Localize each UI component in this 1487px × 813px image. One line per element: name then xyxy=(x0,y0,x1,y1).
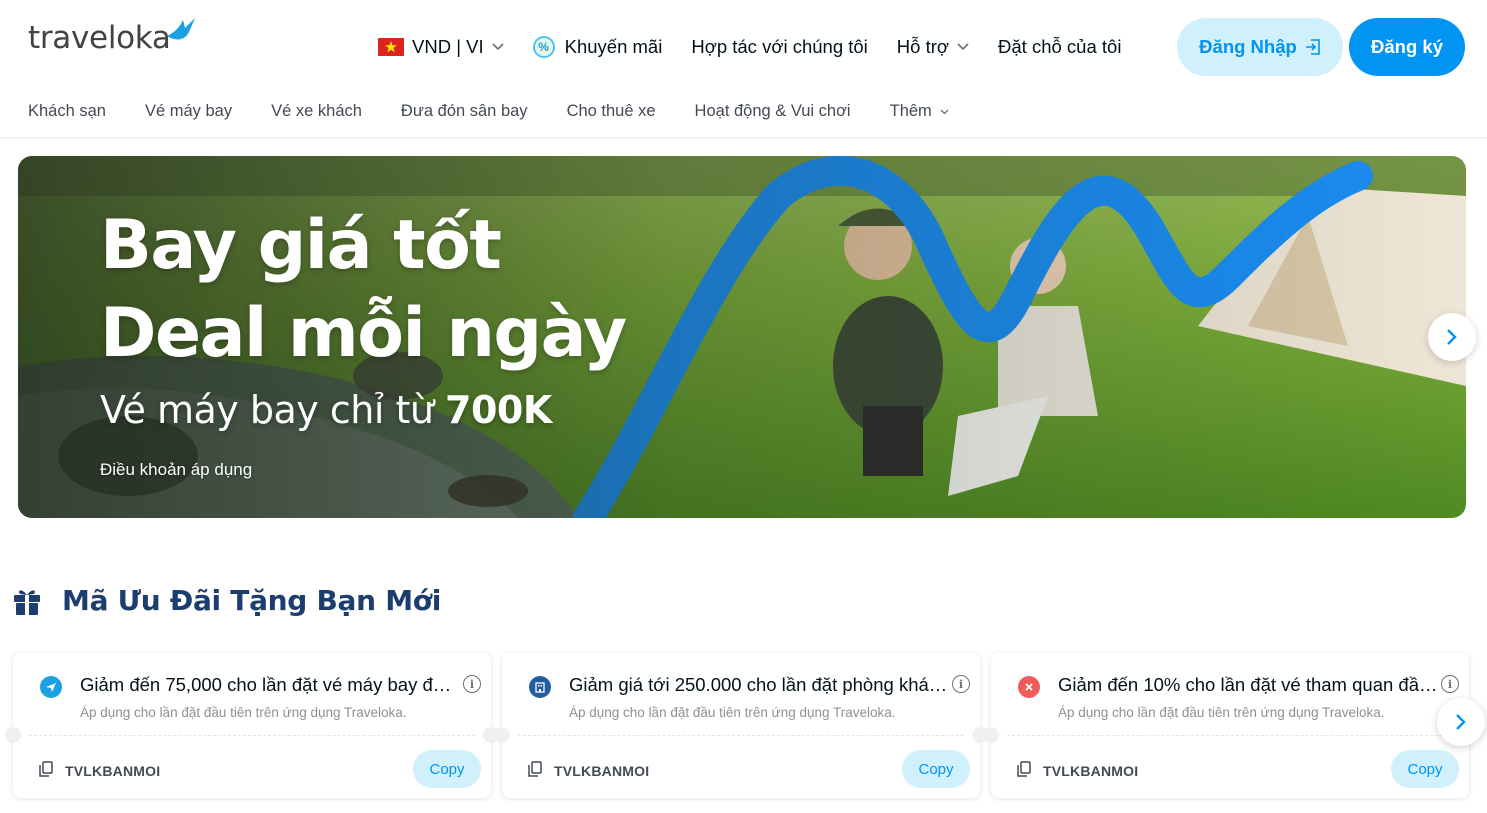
category-label: Đưa đón sân bay xyxy=(400,102,528,120)
bird-logo-icon xyxy=(166,18,195,40)
my-bookings-label: Đặt chỗ của tôi xyxy=(998,36,1122,57)
copy-code-button[interactable]: Copy xyxy=(413,750,481,788)
coupon-divider xyxy=(29,735,475,736)
login-icon xyxy=(1305,39,1320,55)
category-more[interactable]: Thêm xyxy=(890,102,949,121)
category-hotel[interactable]: Khách sạn xyxy=(28,102,106,121)
top-nav: VND | VI % Khuyến mãi Hợp tác với chúng … xyxy=(378,18,1150,76)
coupon-desc: Áp dụng cho lần đặt đầu tiên trên ứng dụ… xyxy=(569,705,896,720)
info-icon[interactable]: i xyxy=(952,675,970,693)
coupon-desc: Áp dụng cho lần đặt đầu tiên trên ứng dụ… xyxy=(1058,705,1385,720)
category-bus[interactable]: Vé xe khách xyxy=(271,102,362,121)
banner-next-button[interactable] xyxy=(1428,313,1476,361)
section-title-text: Mã Ưu Đãi Tặng Bạn Mới xyxy=(62,584,442,617)
category-activities[interactable]: Hoạt động & Vui chơi xyxy=(695,102,851,121)
chevron-down-icon xyxy=(940,109,949,114)
banner-line-1: Bay giá tốt xyxy=(100,206,502,285)
coupons-next-button[interactable] xyxy=(1437,698,1485,746)
coupon-code: TVLKBANMOI xyxy=(554,763,650,779)
hotel-icon xyxy=(529,676,551,698)
copy-icon xyxy=(1017,761,1031,777)
logo-text: traveloka xyxy=(28,20,171,56)
coupon-card[interactable]: Giảm giá tới 250.000 cho lần đặt phòng k… xyxy=(494,653,988,798)
coupon-title: Giảm đến 75,000 cho lần đặt vé máy bay đ… xyxy=(80,674,460,695)
support-menu[interactable]: Hỗ trợ xyxy=(897,36,969,58)
chevron-down-icon xyxy=(957,43,969,51)
banner-line-2: Deal mỗi ngày xyxy=(100,294,627,373)
banner-sub-prefix: Vé máy bay chỉ từ xyxy=(100,388,446,432)
chevron-right-icon xyxy=(1456,714,1466,730)
banner-headline: Bay giá tốt Deal mỗi ngày xyxy=(100,202,627,378)
traveloka-logo[interactable]: traveloka xyxy=(28,18,197,56)
copy-code-button[interactable]: Copy xyxy=(1391,750,1459,788)
banner-terms[interactable]: Điều khoản áp dụng xyxy=(100,460,252,480)
coupon-title: Giảm giá tới 250.000 cho lần đặt phòng k… xyxy=(569,674,949,695)
register-button[interactable]: Đăng ký xyxy=(1349,18,1465,76)
top-header: traveloka VND | VI % Khuyến mãi Hợp tác … xyxy=(0,0,1487,90)
coupon-code: TVLKBANMOI xyxy=(1043,763,1139,779)
plane-icon xyxy=(40,676,62,698)
coupon-code: TVLKBANMOI xyxy=(65,763,161,779)
category-car-rental[interactable]: Cho thuê xe xyxy=(567,102,656,121)
promo-label: Khuyến mãi xyxy=(564,36,663,57)
copy-icon xyxy=(528,761,542,777)
currency-label: VND | VI xyxy=(412,36,484,57)
category-label: Hoạt động & Vui chơi xyxy=(694,102,851,120)
category-label: Vé máy bay xyxy=(144,102,233,120)
coupon-notch xyxy=(494,727,510,743)
promo-link[interactable]: % Khuyến mãi xyxy=(532,36,663,58)
gift-icon xyxy=(14,589,40,615)
support-label: Hỗ trợ xyxy=(896,36,950,57)
login-label: Đăng Nhập xyxy=(1199,36,1297,57)
register-label: Đăng ký xyxy=(1371,36,1443,57)
currency-language-selector[interactable]: VND | VI xyxy=(378,36,504,58)
my-bookings-link[interactable]: Đặt chỗ của tôi xyxy=(998,36,1121,58)
category-label: Cho thuê xe xyxy=(566,102,656,120)
category-flights[interactable]: Vé máy bay xyxy=(145,102,232,121)
copy-icon xyxy=(39,761,53,777)
promo-banner[interactable]: Bay giá tốt Deal mỗi ngày Vé máy bay chỉ… xyxy=(18,156,1466,518)
login-button[interactable]: Đăng Nhập xyxy=(1177,18,1343,76)
banner-subtitle: Vé máy bay chỉ từ 700K xyxy=(100,388,552,432)
category-nav: Khách sạn Vé máy bay Vé xe khách Đưa đón… xyxy=(0,90,1487,138)
coupon-divider xyxy=(518,735,964,736)
category-label: Thêm xyxy=(889,102,932,120)
category-label: Khách sạn xyxy=(28,102,106,120)
coupon-notch xyxy=(5,727,21,743)
chevron-down-icon xyxy=(492,43,504,51)
coupon-section-title: Mã Ưu Đãi Tặng Bạn Mới xyxy=(12,584,441,617)
info-icon[interactable]: i xyxy=(463,675,481,693)
copy-code-button[interactable]: Copy xyxy=(902,750,970,788)
partner-link[interactable]: Hợp tác với chúng tôi xyxy=(691,36,867,58)
category-airport-transfer[interactable]: Đưa đón sân bay xyxy=(401,102,528,121)
coupon-card[interactable]: Giảm đến 75,000 cho lần đặt vé máy bay đ… xyxy=(5,653,499,798)
info-icon[interactable]: i xyxy=(1441,675,1459,693)
coupon-card[interactable]: Giảm đến 10% cho lần đặt vé tham quan đầ… xyxy=(983,653,1469,798)
chevron-right-icon xyxy=(1447,329,1457,345)
category-label: Vé xe khách xyxy=(271,102,362,120)
percent-icon: % xyxy=(532,36,555,58)
coupon-desc: Áp dụng cho lần đặt đầu tiên trên ứng dụ… xyxy=(80,705,407,720)
attraction-icon xyxy=(1018,676,1040,698)
banner-price: 700K xyxy=(445,388,552,432)
coupon-title: Giảm đến 10% cho lần đặt vé tham quan đầ… xyxy=(1058,674,1438,695)
coupon-divider xyxy=(1007,735,1453,736)
vietnam-flag-icon xyxy=(378,38,404,56)
partner-label: Hợp tác với chúng tôi xyxy=(691,36,868,57)
coupon-notch xyxy=(983,727,999,743)
